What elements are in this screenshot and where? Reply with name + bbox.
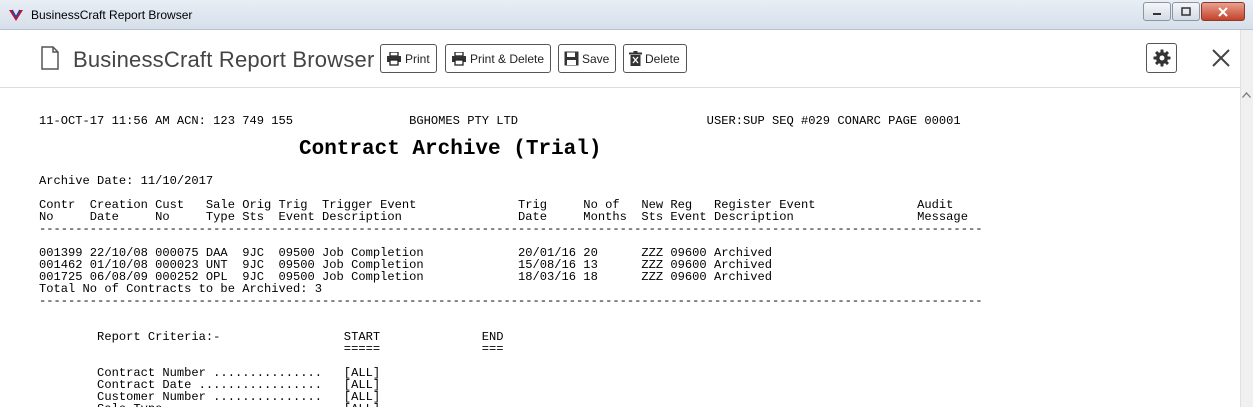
minimize-button[interactable] — [1143, 2, 1171, 21]
printer-icon — [452, 51, 466, 66]
vertical-scrollbar[interactable] — [1240, 30, 1253, 407]
delete-button[interactable]: Delete — [623, 44, 687, 73]
settings-button[interactable] — [1146, 43, 1177, 73]
close-report-icon[interactable] — [1210, 47, 1232, 69]
save-button[interactable]: Save — [558, 44, 617, 73]
print-and-delete-button[interactable]: Print & Delete — [445, 44, 552, 73]
window-title: BusinessCraft Report Browser — [31, 8, 193, 22]
report-viewer: 11-OCT-17 11:56 AM ACN: 123 749 155 BGHO… — [8, 88, 1240, 407]
save-label: Save — [582, 51, 610, 66]
printer-icon — [387, 51, 401, 66]
document-icon — [41, 46, 59, 70]
trash-icon — [629, 51, 642, 66]
criteria-line: Sale Type ..................... [ALL] — [39, 403, 982, 407]
print-and-delete-label: Print & Delete — [470, 51, 545, 66]
separator-line: ----------------------------------------… — [39, 294, 983, 308]
app-header: BusinessCraft Report Browser Print Print… — [0, 30, 1253, 88]
maximize-button[interactable] — [1172, 2, 1200, 21]
save-icon — [564, 51, 579, 66]
report-header-line: 11-OCT-17 11:56 AM ACN: 123 749 155 BGHO… — [39, 114, 961, 128]
app-logo-icon — [9, 9, 23, 21]
window-title-bar: BusinessCraft Report Browser — [0, 0, 1253, 30]
separator-line: ----------------------------------------… — [39, 222, 983, 236]
archive-date-line: Archive Date: 11/10/2017 — [39, 174, 214, 188]
scroll-up-button[interactable] — [1240, 88, 1253, 102]
maximize-icon — [1181, 7, 1191, 16]
minimize-icon — [1153, 12, 1161, 15]
gear-icon — [1153, 49, 1170, 67]
chevron-up-icon — [1242, 92, 1251, 98]
app-title: BusinessCraft Report Browser — [73, 47, 375, 72]
print-label: Print — [405, 51, 430, 66]
close-icon — [1218, 6, 1228, 17]
print-button[interactable]: Print — [380, 44, 437, 73]
delete-label: Delete — [645, 51, 680, 66]
window-close-button[interactable] — [1201, 2, 1245, 21]
report-title: Contract Archive (Trial) — [299, 138, 602, 161]
criteria-underline-line: ===== === — [39, 342, 504, 356]
